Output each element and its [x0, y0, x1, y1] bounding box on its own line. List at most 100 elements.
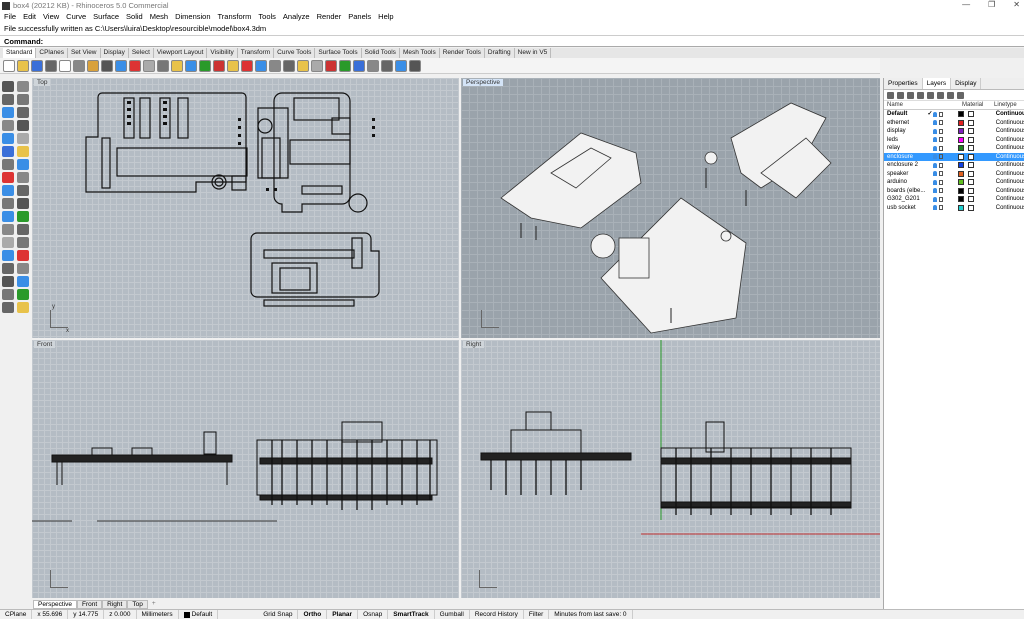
toolbar-tool-icon[interactable] [3, 59, 15, 72]
menu-dimension[interactable]: Dimension [175, 12, 210, 21]
layer-row[interactable]: relay Continuous [884, 144, 1024, 153]
lock-icon[interactable] [939, 120, 944, 126]
menu-mesh[interactable]: Mesh [150, 12, 168, 21]
add-viewport-tab-button[interactable]: + [148, 600, 160, 609]
palette-tool-icon[interactable] [2, 302, 14, 313]
layer-linetype[interactable]: Continuous [996, 110, 1024, 119]
menu-file[interactable]: File [4, 12, 16, 21]
material-swatch[interactable] [967, 153, 974, 160]
column-name[interactable]: Name [884, 101, 930, 109]
layer-row[interactable]: enclosure Continuous [884, 152, 1024, 162]
palette-tool-icon[interactable] [2, 133, 14, 144]
tab-perspective[interactable]: Perspective [33, 600, 77, 609]
toolbar-tool-icon[interactable] [171, 59, 183, 72]
toolbar-tool-icon[interactable] [311, 59, 323, 72]
lock-icon[interactable] [939, 179, 944, 185]
toolbar-tool-icon[interactable] [101, 59, 113, 72]
toolbar-tool-icon[interactable] [129, 59, 141, 72]
palette-tool-icon[interactable] [2, 185, 14, 196]
ortho-toggle[interactable]: Ortho [298, 610, 328, 619]
palette-tool-icon[interactable] [17, 263, 29, 274]
visibility-bulb-icon[interactable] [933, 171, 938, 177]
tab-front[interactable]: Front [76, 600, 103, 609]
viewport-top[interactable]: Top y x [32, 78, 459, 338]
toolbar-tool-icon[interactable] [157, 59, 169, 72]
material-swatch[interactable] [967, 170, 974, 177]
palette-tool-icon[interactable] [2, 263, 14, 274]
toolbar-tab-viewport-layout[interactable]: Viewport Layout [154, 48, 208, 58]
toolbar-tool-icon[interactable] [87, 59, 99, 72]
lock-icon[interactable] [939, 137, 944, 143]
toolbar-tool-icon[interactable] [17, 59, 29, 72]
lock-icon[interactable] [939, 205, 944, 211]
viewport-right[interactable]: Right [461, 340, 880, 598]
tab-right[interactable]: Right [102, 600, 128, 609]
toolbar-tab-curve-tools[interactable]: Curve Tools [274, 48, 316, 58]
toolbar-tab-select[interactable]: Select [129, 48, 154, 58]
toolbar-tab-standard[interactable]: Standard [3, 48, 37, 58]
viewport-perspective[interactable]: Perspective [461, 78, 880, 338]
toolbar-tab-solid-tools[interactable]: Solid Tools [362, 48, 400, 58]
material-swatch[interactable] [967, 187, 974, 194]
menu-view[interactable]: View [43, 12, 59, 21]
filter-toggle[interactable]: Filter [524, 610, 550, 619]
status-cplane[interactable]: CPlane [0, 610, 33, 619]
layer-linetype[interactable]: Continuous [996, 170, 1024, 179]
palette-tool-icon[interactable] [2, 289, 14, 300]
grid-snap-toggle[interactable]: Grid Snap [258, 610, 299, 619]
palette-tool-icon[interactable] [17, 198, 29, 209]
toolbar-tab-render-tools[interactable]: Render Tools [440, 48, 485, 58]
layer-linetype[interactable]: Continuous [996, 187, 1024, 196]
material-swatch[interactable] [967, 162, 974, 169]
visibility-bulb-icon[interactable] [933, 128, 938, 134]
toolbar-tool-icon[interactable] [381, 59, 393, 72]
palette-tool-icon[interactable] [2, 94, 14, 105]
new-sublayer-icon[interactable] [897, 91, 904, 99]
layer-linetype[interactable]: Continuous [996, 136, 1024, 145]
toolbar-tool-icon[interactable] [297, 59, 309, 72]
toolbar-tool-icon[interactable] [213, 59, 225, 72]
toolbar-tab-drafting[interactable]: Drafting [485, 48, 515, 58]
palette-tool-icon[interactable] [17, 120, 29, 131]
toolbar-tab-set-view[interactable]: Set View [68, 48, 101, 58]
delete-layer-icon[interactable] [907, 91, 914, 99]
toolbar-tool-icon[interactable] [283, 59, 295, 72]
palette-tool-icon[interactable] [2, 172, 14, 183]
toolbar-tool-icon[interactable] [409, 59, 421, 72]
visibility-bulb-icon[interactable] [933, 188, 938, 194]
minimize-button[interactable]: — [962, 0, 970, 9]
maximize-button[interactable]: ❐ [988, 0, 995, 9]
filter-icon[interactable] [937, 91, 944, 99]
palette-tool-icon[interactable] [2, 81, 14, 92]
palette-tool-icon[interactable] [17, 94, 29, 105]
palette-tool-icon[interactable] [2, 211, 14, 222]
tab-layers[interactable]: Layers [922, 78, 952, 89]
palette-tool-icon[interactable] [2, 276, 14, 287]
layer-linetype[interactable]: Continuous [996, 195, 1024, 204]
osnap-toggle[interactable]: Osnap [358, 610, 389, 619]
lock-icon[interactable] [939, 154, 944, 160]
material-swatch[interactable] [967, 119, 974, 126]
palette-tool-icon[interactable] [17, 159, 29, 170]
layer-linetype[interactable]: Continuous [996, 153, 1024, 162]
record-history-toggle[interactable]: Record History [470, 610, 524, 619]
menu-render[interactable]: Render [317, 12, 342, 21]
visibility-bulb-icon[interactable] [933, 111, 938, 117]
toolbar-tool-icon[interactable] [269, 59, 281, 72]
palette-tool-icon[interactable] [2, 250, 14, 261]
toolbar-tool-icon[interactable] [185, 59, 197, 72]
palette-tool-icon[interactable] [17, 146, 29, 157]
toolbar-tool-icon[interactable] [227, 59, 239, 72]
gumball-toggle[interactable]: Gumball [435, 610, 470, 619]
material-swatch[interactable] [967, 196, 974, 203]
layer-row[interactable]: Default✓Continuous [884, 110, 1024, 119]
column-material[interactable]: Material [960, 101, 994, 109]
material-swatch[interactable] [967, 145, 974, 152]
palette-tool-icon[interactable] [17, 302, 29, 313]
lock-icon[interactable] [939, 188, 944, 194]
layer-row[interactable]: ethernet Continuous [884, 119, 1024, 128]
menu-panels[interactable]: Panels [348, 12, 371, 21]
visibility-bulb-icon[interactable] [933, 145, 938, 151]
lock-icon[interactable] [939, 171, 944, 177]
toolbar-tab-cplanes[interactable]: CPlanes [36, 48, 68, 58]
